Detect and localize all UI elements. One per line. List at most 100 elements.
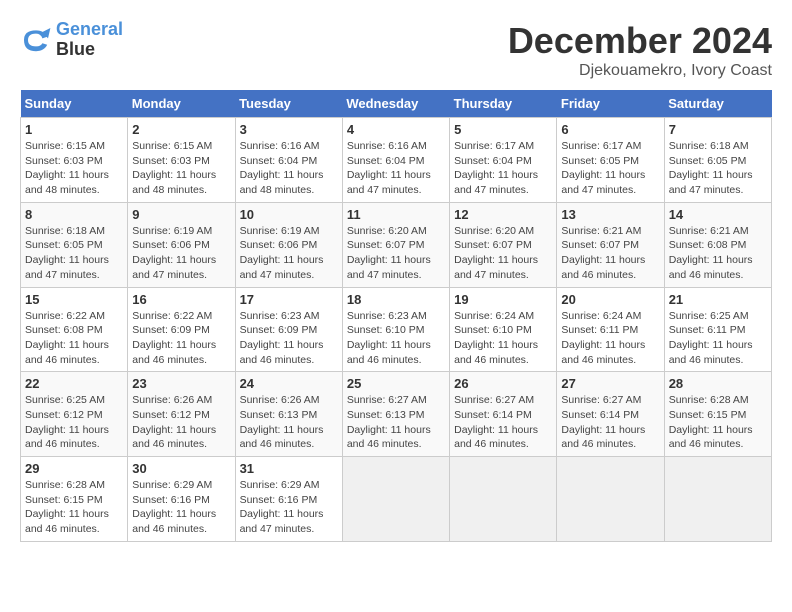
logo-text: General Blue [56, 20, 123, 60]
day-info: Sunrise: 6:22 AM Sunset: 6:08 PM Dayligh… [25, 309, 123, 368]
calendar-cell: 27 Sunrise: 6:27 AM Sunset: 6:14 PM Dayli… [557, 372, 664, 457]
day-number: 10 [240, 207, 338, 222]
day-number: 1 [25, 122, 123, 137]
calendar-week-5: 29 Sunrise: 6:28 AM Sunset: 6:15 PM Dayli… [21, 457, 772, 542]
calendar-cell: 8Sunrise: 6:18 AM Sunset: 6:05 PM Daylig… [21, 202, 128, 287]
day-info: Sunrise: 6:27 AM Sunset: 6:13 PM Dayligh… [347, 393, 445, 452]
day-number: 22 [25, 376, 123, 391]
day-number: 24 [240, 376, 338, 391]
day-info: Sunrise: 6:19 AM Sunset: 6:06 PM Dayligh… [240, 224, 338, 283]
location: Djekouamekro, Ivory Coast [508, 62, 772, 80]
day-number: 18 [347, 292, 445, 307]
day-info: Sunrise: 6:20 AM Sunset: 6:07 PM Dayligh… [347, 224, 445, 283]
day-number: 27 [561, 376, 659, 391]
day-number: 5 [454, 122, 552, 137]
day-number: 9 [132, 207, 230, 222]
day-number: 3 [240, 122, 338, 137]
calendar-week-4: 22 Sunrise: 6:25 AM Sunset: 6:12 PM Dayli… [21, 372, 772, 457]
page-header: General Blue December 2024 Djekouamekro,… [20, 20, 772, 80]
calendar-week-3: 15Sunrise: 6:22 AM Sunset: 6:08 PM Dayli… [21, 287, 772, 372]
calendar-cell: 25Sunrise: 6:27 AM Sunset: 6:13 PM Dayli… [342, 372, 449, 457]
day-number: 16 [132, 292, 230, 307]
calendar-cell: 1 Sunrise: 6:15 AM Sunset: 6:03 PM Daylig… [21, 118, 128, 203]
day-number: 23 [132, 376, 230, 391]
header-wednesday: Wednesday [342, 90, 449, 118]
header-saturday: Saturday [664, 90, 771, 118]
header-friday: Friday [557, 90, 664, 118]
day-number: 13 [561, 207, 659, 222]
calendar-cell: 21Sunrise: 6:25 AM Sunset: 6:11 PM Dayli… [664, 287, 771, 372]
day-info: Sunrise: 6:22 AM Sunset: 6:09 PM Dayligh… [132, 309, 230, 368]
calendar-cell: 10 Sunrise: 6:19 AM Sunset: 6:06 PM Dayli… [235, 202, 342, 287]
day-info: Sunrise: 6:15 AM Sunset: 6:03 PM Dayligh… [25, 139, 123, 198]
day-info: Sunrise: 6:23 AM Sunset: 6:10 PM Dayligh… [347, 309, 445, 368]
day-number: 31 [240, 461, 338, 476]
day-info: Sunrise: 6:26 AM Sunset: 6:12 PM Dayligh… [132, 393, 230, 452]
calendar-cell: 13 Sunrise: 6:21 AM Sunset: 6:07 PM Dayli… [557, 202, 664, 287]
logo: General Blue [20, 20, 123, 60]
calendar-cell: 6 Sunrise: 6:17 AM Sunset: 6:05 PM Daylig… [557, 118, 664, 203]
calendar-cell: 23 Sunrise: 6:26 AM Sunset: 6:12 PM Dayli… [128, 372, 235, 457]
calendar-cell: 7 Sunrise: 6:18 AM Sunset: 6:05 PM Daylig… [664, 118, 771, 203]
calendar-cell: 24 Sunrise: 6:26 AM Sunset: 6:13 PM Dayli… [235, 372, 342, 457]
day-info: Sunrise: 6:21 AM Sunset: 6:08 PM Dayligh… [669, 224, 767, 283]
day-number: 6 [561, 122, 659, 137]
day-info: Sunrise: 6:29 AM Sunset: 6:16 PM Dayligh… [132, 478, 230, 537]
header-sunday: Sunday [21, 90, 128, 118]
header-monday: Monday [128, 90, 235, 118]
day-info: Sunrise: 6:26 AM Sunset: 6:13 PM Dayligh… [240, 393, 338, 452]
calendar-cell: 31Sunrise: 6:29 AM Sunset: 6:16 PM Dayli… [235, 457, 342, 542]
day-info: Sunrise: 6:28 AM Sunset: 6:15 PM Dayligh… [25, 478, 123, 537]
day-info: Sunrise: 6:27 AM Sunset: 6:14 PM Dayligh… [454, 393, 552, 452]
day-number: 2 [132, 122, 230, 137]
day-info: Sunrise: 6:18 AM Sunset: 6:05 PM Dayligh… [25, 224, 123, 283]
day-number: 7 [669, 122, 767, 137]
day-number: 20 [561, 292, 659, 307]
calendar-week-2: 8Sunrise: 6:18 AM Sunset: 6:05 PM Daylig… [21, 202, 772, 287]
calendar-table: SundayMondayTuesdayWednesdayThursdayFrid… [20, 90, 772, 542]
calendar-cell [342, 457, 449, 542]
calendar-cell: 5Sunrise: 6:17 AM Sunset: 6:04 PM Daylig… [450, 118, 557, 203]
day-info: Sunrise: 6:24 AM Sunset: 6:11 PM Dayligh… [561, 309, 659, 368]
calendar-cell [450, 457, 557, 542]
day-info: Sunrise: 6:20 AM Sunset: 6:07 PM Dayligh… [454, 224, 552, 283]
day-number: 4 [347, 122, 445, 137]
calendar-cell: 17 Sunrise: 6:23 AM Sunset: 6:09 PM Dayli… [235, 287, 342, 372]
day-number: 14 [669, 207, 767, 222]
calendar-week-1: 1 Sunrise: 6:15 AM Sunset: 6:03 PM Daylig… [21, 118, 772, 203]
calendar-cell: 29 Sunrise: 6:28 AM Sunset: 6:15 PM Dayli… [21, 457, 128, 542]
calendar-cell: 19 Sunrise: 6:24 AM Sunset: 6:10 PM Dayli… [450, 287, 557, 372]
day-info: Sunrise: 6:24 AM Sunset: 6:10 PM Dayligh… [454, 309, 552, 368]
calendar-cell: 22 Sunrise: 6:25 AM Sunset: 6:12 PM Dayli… [21, 372, 128, 457]
calendar-cell: 11 Sunrise: 6:20 AM Sunset: 6:07 PM Dayli… [342, 202, 449, 287]
header-tuesday: Tuesday [235, 90, 342, 118]
day-number: 11 [347, 207, 445, 222]
calendar-cell: 16 Sunrise: 6:22 AM Sunset: 6:09 PM Dayli… [128, 287, 235, 372]
calendar-header-row: SundayMondayTuesdayWednesdayThursdayFrid… [21, 90, 772, 118]
day-info: Sunrise: 6:17 AM Sunset: 6:05 PM Dayligh… [561, 139, 659, 198]
calendar-cell: 4Sunrise: 6:16 AM Sunset: 6:04 PM Daylig… [342, 118, 449, 203]
title-section: December 2024 Djekouamekro, Ivory Coast [508, 20, 772, 80]
calendar-cell: 30Sunrise: 6:29 AM Sunset: 6:16 PM Dayli… [128, 457, 235, 542]
calendar-cell: 28Sunrise: 6:28 AM Sunset: 6:15 PM Dayli… [664, 372, 771, 457]
logo-icon [20, 24, 52, 56]
day-info: Sunrise: 6:19 AM Sunset: 6:06 PM Dayligh… [132, 224, 230, 283]
calendar-cell [557, 457, 664, 542]
day-number: 17 [240, 292, 338, 307]
day-number: 26 [454, 376, 552, 391]
day-info: Sunrise: 6:21 AM Sunset: 6:07 PM Dayligh… [561, 224, 659, 283]
calendar-cell [664, 457, 771, 542]
day-info: Sunrise: 6:27 AM Sunset: 6:14 PM Dayligh… [561, 393, 659, 452]
calendar-cell: 12Sunrise: 6:20 AM Sunset: 6:07 PM Dayli… [450, 202, 557, 287]
day-number: 29 [25, 461, 123, 476]
day-number: 19 [454, 292, 552, 307]
day-info: Sunrise: 6:25 AM Sunset: 6:12 PM Dayligh… [25, 393, 123, 452]
day-info: Sunrise: 6:23 AM Sunset: 6:09 PM Dayligh… [240, 309, 338, 368]
day-info: Sunrise: 6:18 AM Sunset: 6:05 PM Dayligh… [669, 139, 767, 198]
header-thursday: Thursday [450, 90, 557, 118]
calendar-cell: 18 Sunrise: 6:23 AM Sunset: 6:10 PM Dayli… [342, 287, 449, 372]
day-info: Sunrise: 6:28 AM Sunset: 6:15 PM Dayligh… [669, 393, 767, 452]
month-title: December 2024 [508, 20, 772, 62]
calendar-cell: 2Sunrise: 6:15 AM Sunset: 6:03 PM Daylig… [128, 118, 235, 203]
calendar-cell: 3Sunrise: 6:16 AM Sunset: 6:04 PM Daylig… [235, 118, 342, 203]
